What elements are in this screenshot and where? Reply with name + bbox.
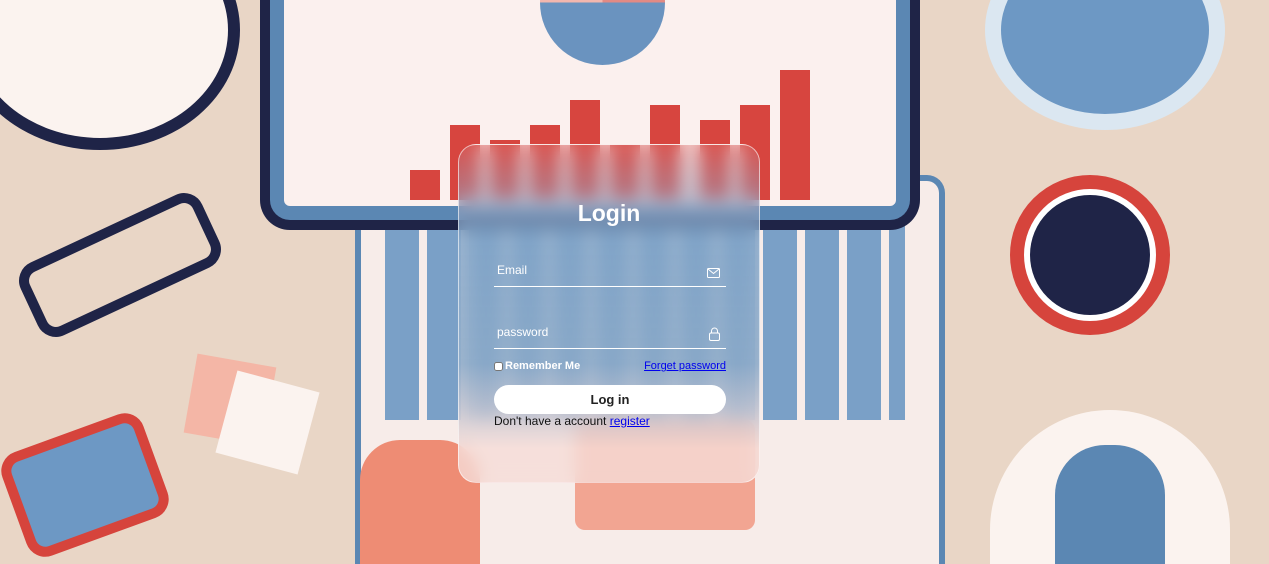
options-row: Remember Me Forget password: [494, 360, 726, 372]
cookie-plate: [0, 0, 240, 150]
password-input[interactable]: [494, 319, 694, 345]
forgot-password-link[interactable]: Forget password: [644, 360, 726, 372]
register-prompt-text: Don't have a account: [494, 414, 607, 428]
password-field-wrapper: [494, 319, 726, 349]
register-prompt: Don't have a account register: [494, 414, 650, 428]
login-title: Login: [577, 200, 641, 226]
envelope-icon: [707, 265, 720, 283]
remember-me[interactable]: Remember Me: [494, 360, 580, 372]
email-input[interactable]: [494, 257, 694, 283]
login-card: Login Remember Me Forget password Log in…: [458, 144, 760, 483]
lock-icon: [709, 327, 720, 346]
email-field-wrapper: [494, 257, 726, 287]
glasses: [12, 186, 228, 344]
remember-checkbox[interactable]: [494, 361, 503, 371]
phone: [0, 407, 175, 563]
mouse: [1055, 445, 1165, 564]
register-link[interactable]: register: [610, 414, 650, 428]
bar: [410, 170, 440, 200]
leaf-plate: [985, 0, 1225, 130]
bar: [780, 70, 810, 200]
coffee: [1030, 195, 1150, 315]
remember-label: Remember Me: [505, 360, 581, 372]
login-button[interactable]: Log in: [494, 385, 726, 414]
